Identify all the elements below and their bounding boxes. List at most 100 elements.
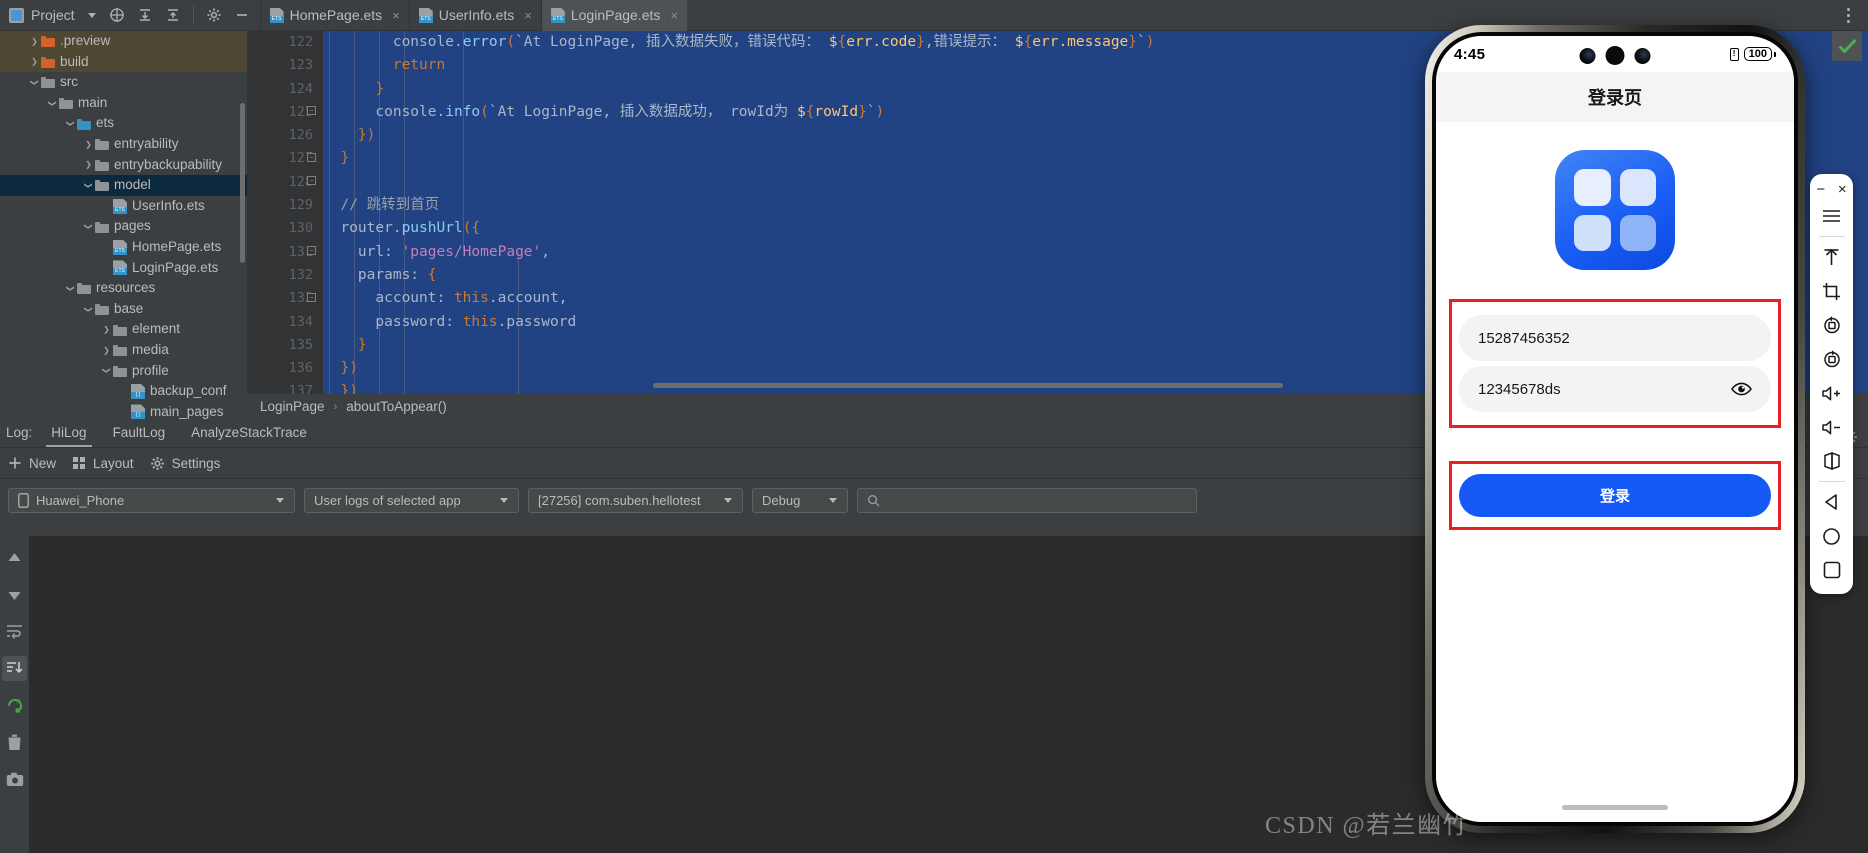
breadcrumb-item-class[interactable]: LoginPage	[260, 399, 325, 414]
phone-screen[interactable]: 4:45 100 登录页	[1436, 36, 1794, 822]
chevron-down-icon[interactable]	[64, 284, 77, 293]
chevron-down-icon[interactable]	[724, 498, 732, 503]
layout-button[interactable]: Layout	[72, 456, 134, 471]
scroll-to-end-icon[interactable]	[2, 656, 27, 681]
fold-marker[interactable]: −	[307, 106, 316, 115]
tree-item--preview[interactable]: .preview	[0, 31, 247, 52]
tree-item-resources[interactable]: resources	[0, 278, 247, 299]
tree-item-userinfo-ets[interactable]: ETS UserInfo.ets	[0, 196, 247, 217]
screenshot-icon[interactable]	[2, 767, 27, 792]
project-tree[interactable]: .preview build srcmain ets entryability entry…	[0, 31, 247, 421]
rotate-left-button[interactable]	[1810, 308, 1853, 342]
power-button[interactable]	[1810, 240, 1853, 274]
chevron-down-icon[interactable]	[276, 498, 284, 503]
log-search-input[interactable]	[857, 488, 1197, 513]
editor-tab-loginpage[interactable]: ETS LoginPage.ets ×	[540, 0, 687, 31]
tree-item-homepage-ets[interactable]: ETS HomePage.ets	[0, 237, 247, 258]
tree-item-loginpage-ets[interactable]: ETS LoginPage.ets	[0, 258, 247, 279]
chevron-right-icon[interactable]	[82, 140, 95, 149]
close-icon[interactable]: ×	[392, 8, 400, 23]
home-nav-button[interactable]	[1810, 519, 1853, 553]
chevron-down-icon[interactable]	[829, 498, 837, 503]
folder-icon	[95, 221, 109, 233]
chevron-right-icon[interactable]	[100, 346, 113, 355]
minimize-icon[interactable]	[228, 0, 256, 31]
volume-up-button[interactable]	[1810, 376, 1853, 410]
volume-down-button[interactable]	[1810, 410, 1853, 444]
tree-item-entryability[interactable]: entryability	[0, 134, 247, 155]
chevron-down-icon[interactable]	[28, 78, 41, 87]
tab-analyzestacktrace[interactable]: AnalyzeStackTrace	[178, 418, 320, 447]
device-selector[interactable]: Huawei_Phone	[8, 488, 295, 513]
tree-item-backup-conf[interactable]: { } backup_conf	[0, 381, 247, 402]
vertical-dots-icon[interactable]	[1837, 7, 1860, 23]
chevron-right-icon[interactable]	[100, 325, 113, 334]
tree-item-build[interactable]: build	[0, 51, 247, 73]
chevron-right-icon[interactable]	[82, 160, 95, 169]
log-settings-button[interactable]: Settings	[150, 456, 220, 471]
editor-horizontal-scrollbar[interactable]	[653, 383, 1283, 388]
status-badge[interactable]	[1832, 31, 1862, 61]
close-icon[interactable]: ×	[524, 8, 532, 23]
scroll-down-icon[interactable]	[2, 582, 27, 607]
tree-item-main[interactable]: main	[0, 93, 247, 114]
new-log-button[interactable]: New	[8, 456, 56, 471]
screenshot-button[interactable]	[1810, 274, 1853, 308]
login-button[interactable]: 登录	[1459, 474, 1771, 517]
rotate-right-button[interactable]	[1810, 342, 1853, 376]
back-nav-button[interactable]	[1810, 485, 1853, 519]
settings-gear-icon[interactable]	[200, 0, 228, 31]
tab-faultlog[interactable]: FaultLog	[100, 418, 179, 447]
minimize-icon[interactable]: −	[1816, 182, 1825, 197]
tree-item-pages[interactable]: pages	[0, 216, 247, 237]
tree-item-src[interactable]: src	[0, 72, 247, 93]
expand-all-icon[interactable]	[159, 0, 187, 31]
log-search-field[interactable]	[885, 493, 1192, 508]
tree-item-element[interactable]: element	[0, 319, 247, 340]
clear-log-icon[interactable]	[2, 730, 27, 755]
restart-logcat-icon[interactable]	[2, 693, 27, 718]
tree-item-entrybackupability[interactable]: entrybackupability	[0, 155, 247, 176]
tab-hilog[interactable]: HiLog	[38, 418, 99, 447]
chevron-down-icon[interactable]	[82, 305, 95, 314]
chevron-down-icon[interactable]	[82, 181, 95, 190]
editor-tab-userinfo[interactable]: ETS UserInfo.ets ×	[408, 0, 541, 31]
close-icon[interactable]: ×	[1838, 182, 1847, 197]
project-button[interactable]: Project	[0, 0, 103, 31]
fold-device-button[interactable]	[1810, 444, 1853, 478]
log-mode-selector[interactable]: User logs of selected app	[304, 488, 519, 513]
home-indicator[interactable]	[1562, 805, 1668, 810]
eye-visible-icon[interactable]	[1731, 382, 1752, 396]
tree-scrollbar[interactable]	[240, 103, 245, 263]
close-icon[interactable]: ×	[670, 8, 678, 23]
recents-nav-button[interactable]	[1810, 553, 1853, 587]
tree-item-profile[interactable]: profile	[0, 361, 247, 382]
tree-item-base[interactable]: base	[0, 299, 247, 320]
password-input[interactable]: 12345678ds	[1459, 366, 1771, 412]
chevron-right-icon[interactable]	[28, 57, 41, 66]
fold-marker[interactable]: −	[307, 293, 316, 302]
chevron-down-icon[interactable]	[64, 119, 77, 128]
process-selector[interactable]: [27256] com.suben.hellotest	[528, 488, 743, 513]
target-icon[interactable]	[103, 0, 131, 31]
fold-marker[interactable]: −	[307, 246, 316, 255]
tree-item-media[interactable]: media	[0, 340, 247, 361]
chevron-right-icon[interactable]	[28, 37, 41, 46]
editor-tab-homepage[interactable]: ETS HomePage.ets ×	[259, 0, 409, 31]
account-input[interactable]: 15287456352	[1459, 315, 1771, 361]
tree-item-ets[interactable]: ets	[0, 113, 247, 134]
chevron-down-icon[interactable]	[46, 99, 59, 108]
scroll-up-icon[interactable]	[2, 545, 27, 570]
breadcrumb-item-method[interactable]: aboutToAppear()	[346, 399, 447, 414]
fold-marker[interactable]: −	[307, 153, 316, 162]
chevron-down-icon[interactable]	[500, 498, 508, 503]
tree-item-model[interactable]: model	[0, 175, 247, 196]
menu-button[interactable]	[1810, 199, 1853, 233]
chevron-down-icon[interactable]	[87, 12, 96, 18]
soft-wrap-icon[interactable]	[2, 619, 27, 644]
chevron-down-icon[interactable]	[100, 366, 113, 375]
fold-marker[interactable]: −	[307, 176, 316, 185]
collapse-all-icon[interactable]	[131, 0, 159, 31]
chevron-down-icon[interactable]	[82, 222, 95, 231]
log-level-selector[interactable]: Debug	[752, 488, 848, 513]
